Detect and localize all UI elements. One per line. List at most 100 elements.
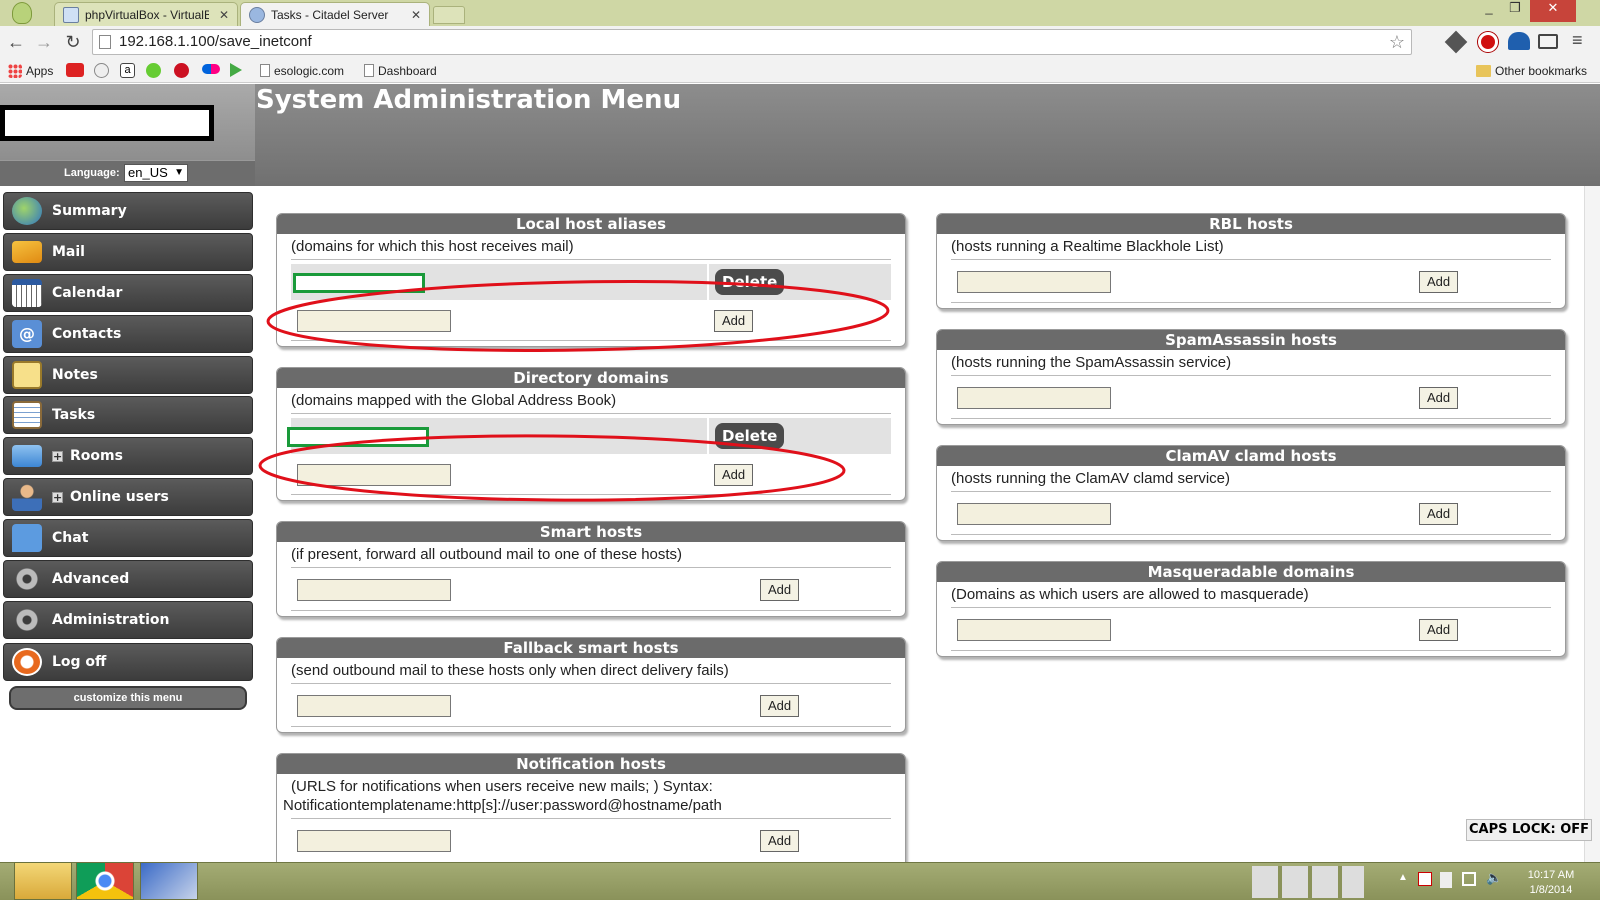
divider <box>951 607 1551 608</box>
clock-time: 10:17 AM <box>1527 869 1575 881</box>
other-bookmarks[interactable]: Other bookmarks <box>1476 62 1587 79</box>
menu-icon[interactable]: ≡ <box>1572 30 1583 51</box>
wifi-extension-icon[interactable] <box>1508 32 1530 50</box>
divider <box>951 259 1551 260</box>
flickr-icon[interactable] <box>202 64 220 74</box>
smart-host-input[interactable] <box>297 579 451 601</box>
add-button[interactable]: Add <box>1419 619 1459 641</box>
close-tab-icon[interactable]: ✕ <box>209 8 229 22</box>
page-scrollbar[interactable] <box>1584 186 1600 862</box>
chrome-taskbar-icon[interactable] <box>76 862 134 900</box>
cast-icon[interactable] <box>1538 34 1558 49</box>
back-arrow-icon[interactable]: ← <box>4 30 28 54</box>
volume-icon[interactable]: 🔈 <box>1486 870 1502 886</box>
amazon-icon[interactable]: a <box>120 63 135 78</box>
action-center-icon[interactable] <box>1418 872 1432 886</box>
reddit-icon[interactable] <box>94 63 109 78</box>
sidebar-item-label: Tasks <box>52 407 96 423</box>
add-button[interactable]: Add <box>760 830 800 852</box>
expand-plus-icon[interactable]: + <box>52 491 63 503</box>
add-button[interactable]: Add <box>760 579 800 601</box>
tab-citadel[interactable]: Tasks - Citadel Server ✕ <box>240 2 430 26</box>
delete-button[interactable]: Delete <box>715 423 785 449</box>
sidebar-item-contacts[interactable]: @ Contacts <box>3 315 253 353</box>
network-tray-icon[interactable] <box>1462 872 1476 886</box>
add-button[interactable]: Add <box>714 464 754 486</box>
youtube-icon[interactable] <box>66 63 84 77</box>
divider <box>291 726 891 727</box>
globe-icon <box>12 197 42 225</box>
lastfm-icon[interactable] <box>174 63 189 78</box>
new-tab-button[interactable] <box>433 6 465 24</box>
sidebar-item-mail[interactable]: Mail <box>3 233 253 271</box>
language-select[interactable]: en_US ▼ <box>124 164 188 182</box>
panel-local-host-aliases: Local host aliases (domains for which th… <box>276 213 906 347</box>
notification-host-input[interactable] <box>297 830 451 852</box>
power-tray-icon[interactable] <box>1440 872 1452 888</box>
close-window-button[interactable]: ✕ <box>1530 0 1576 22</box>
expand-plus-icon[interactable]: + <box>52 450 63 462</box>
alias-input[interactable] <box>297 310 451 332</box>
star-icon[interactable]: ☆ <box>1389 30 1405 54</box>
reload-icon[interactable]: ↻ <box>61 30 85 54</box>
masquerade-domain-input[interactable] <box>957 619 1111 641</box>
page-icon <box>260 64 270 77</box>
envelope-icon <box>12 241 42 263</box>
page-icon <box>364 64 374 77</box>
system-clock[interactable]: 10:17 AM 1/8/2014 <box>1516 868 1586 898</box>
close-tab-icon[interactable]: ✕ <box>401 8 421 22</box>
divider <box>291 818 891 819</box>
minimize-window-button[interactable]: _ <box>1476 0 1502 22</box>
panel-description: (hosts running the ClamAV clamd service) <box>951 470 1230 487</box>
play-store-icon[interactable] <box>230 63 242 77</box>
folder-icon <box>12 445 42 467</box>
tray-app-thumbnails[interactable] <box>1252 866 1364 898</box>
add-button[interactable]: Add <box>760 695 800 717</box>
sidebar-item-chat[interactable]: Chat <box>3 519 253 557</box>
customize-menu-button[interactable]: customize this menu <box>9 686 247 710</box>
sidebar-item-summary[interactable]: Summary <box>3 192 253 230</box>
sidebar-item-administration[interactable]: Administration <box>3 601 253 639</box>
sidebar-item-calendar[interactable]: Calendar <box>3 274 253 312</box>
address-bar[interactable]: 192.168.1.100/save_inetconf ☆ <box>92 29 1412 55</box>
panel-description: (hosts running the SpamAssassin service) <box>951 354 1232 371</box>
network-app-icon[interactable] <box>140 862 198 900</box>
domain-row: Delete <box>287 418 891 454</box>
bookmark-apps[interactable]: Apps <box>8 62 53 79</box>
panel-title: Smart hosts <box>277 522 905 542</box>
sidebar-item-online-users[interactable]: + Online users <box>3 478 253 516</box>
sidebar-item-tasks[interactable]: Tasks <box>3 396 253 434</box>
browser-toolbar: ← → ↻ 192.168.1.100/save_inetconf ☆ ≡ <box>0 26 1600 58</box>
add-button[interactable]: Add <box>1419 387 1459 409</box>
panel-description: (hosts running a Realtime Blackhole List… <box>951 238 1224 255</box>
sidebar-item-label: Calendar <box>52 285 123 301</box>
spamassassin-host-input[interactable] <box>957 387 1111 409</box>
green-bookmark-icon[interactable] <box>146 63 161 78</box>
power-icon <box>12 648 42 676</box>
fallback-host-input[interactable] <box>297 695 451 717</box>
add-button[interactable]: Add <box>1419 271 1459 293</box>
extension-icon[interactable] <box>1444 30 1468 54</box>
file-explorer-icon[interactable] <box>14 862 72 900</box>
sidebar-item-log-off[interactable]: Log off <box>3 643 253 681</box>
domain-input[interactable] <box>297 464 451 486</box>
sidebar-item-rooms[interactable]: + Rooms <box>3 437 253 475</box>
forward-arrow-icon[interactable]: → <box>32 30 56 54</box>
bookmark-dashboard[interactable]: Dashboard <box>364 62 437 79</box>
adblock-icon[interactable] <box>1478 32 1498 52</box>
divider <box>291 340 891 341</box>
tray-expand-icon[interactable]: ▲ <box>1398 872 1408 883</box>
sidebar-item-advanced[interactable]: Advanced <box>3 560 253 598</box>
bookmark-esologic[interactable]: esologic.com <box>260 62 344 79</box>
add-button[interactable]: Add <box>1419 503 1459 525</box>
sidebar-item-notes[interactable]: Notes <box>3 356 253 394</box>
delete-button[interactable]: Delete <box>715 269 785 295</box>
restore-window-button[interactable]: ❐ <box>1502 0 1528 22</box>
add-button[interactable]: Add <box>714 310 754 332</box>
tab-phpvirtualbox[interactable]: phpVirtualBox - VirtualBox ✕ <box>54 2 238 26</box>
rbl-host-input[interactable] <box>957 271 1111 293</box>
page-icon <box>99 35 111 49</box>
clamav-host-input[interactable] <box>957 503 1111 525</box>
panel-title: SpamAssassin hosts <box>937 330 1565 350</box>
divider <box>951 491 1551 492</box>
